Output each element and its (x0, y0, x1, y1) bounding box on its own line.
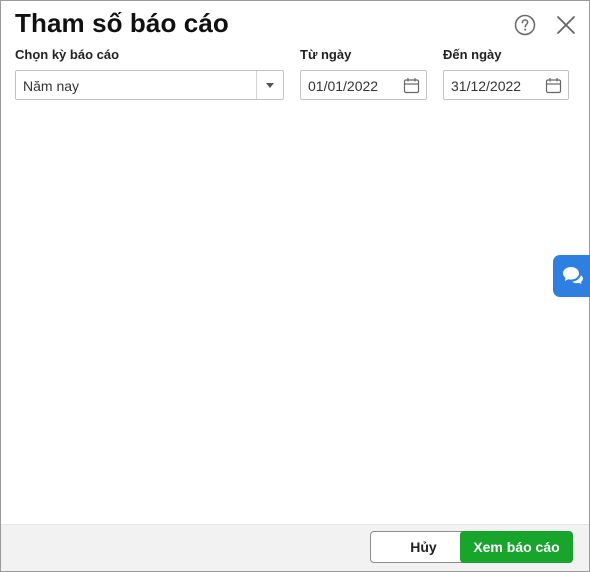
period-select-value: Năm nay (23, 78, 80, 94)
from-date-input[interactable]: 01/01/2022 (300, 70, 427, 100)
to-date-label: Đến ngày (443, 47, 502, 62)
select-divider (256, 71, 257, 99)
report-params-dialog: Tham số báo cáo Chọn kỳ báo cáo Từ ngày … (0, 0, 590, 572)
dialog-title: Tham số báo cáo (15, 8, 229, 38)
chevron-down-icon[interactable] (266, 83, 274, 88)
view-report-button[interactable]: Xem báo cáo (460, 531, 573, 563)
close-icon[interactable] (555, 14, 577, 36)
from-date-label: Từ ngày (300, 47, 352, 62)
period-label: Chọn kỳ báo cáo (15, 47, 120, 62)
calendar-icon[interactable] (403, 77, 420, 94)
chat-support-button[interactable] (553, 255, 590, 297)
help-icon[interactable] (514, 14, 536, 36)
chat-icon (563, 267, 584, 286)
to-date-input[interactable]: 31/12/2022 (443, 70, 569, 100)
from-date-value: 01/01/2022 (308, 78, 379, 94)
period-select[interactable]: Năm nay (15, 70, 284, 100)
calendar-icon[interactable] (545, 77, 562, 94)
dialog-footer: Hủy Xem báo cáo (1, 524, 589, 571)
to-date-value: 31/12/2022 (451, 78, 522, 94)
